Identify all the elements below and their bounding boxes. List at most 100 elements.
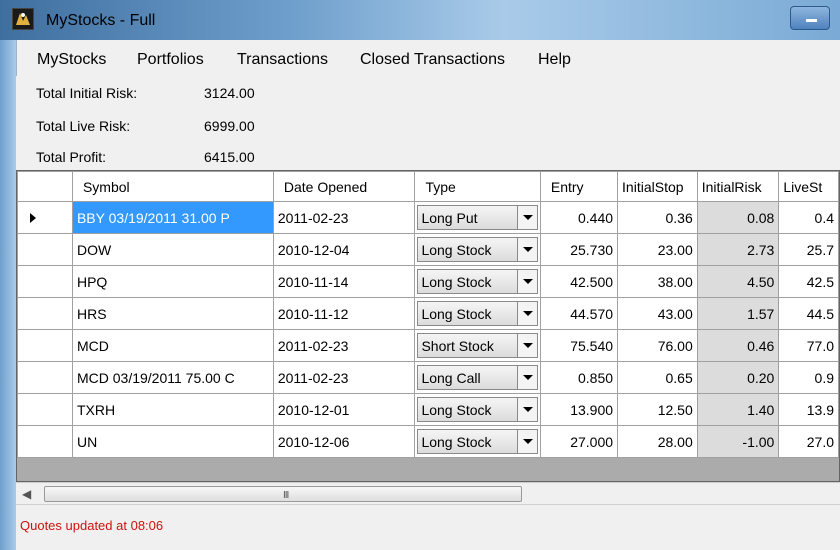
cell-type[interactable]: Long Call bbox=[414, 361, 541, 394]
cell-initial-stop[interactable]: 38.00 bbox=[617, 265, 698, 298]
cell-entry[interactable]: 75.540 bbox=[539, 329, 619, 362]
cell-live-stop[interactable]: 77.0 bbox=[778, 329, 839, 362]
cell-date-opened[interactable]: 2010-12-01 bbox=[272, 393, 416, 426]
cell-type[interactable]: Long Stock bbox=[414, 425, 541, 458]
cell-type[interactable]: Short Stock bbox=[414, 329, 541, 362]
cell-symbol[interactable]: TXRH bbox=[71, 393, 274, 426]
cell-type[interactable]: Long Stock bbox=[414, 393, 541, 426]
cell-date-opened[interactable]: 2010-12-06 bbox=[272, 425, 416, 458]
cell-symbol[interactable]: UN bbox=[71, 425, 274, 458]
cell-symbol[interactable]: MCD bbox=[71, 329, 274, 362]
chevron-down-icon[interactable] bbox=[516, 430, 537, 453]
chevron-down-icon[interactable] bbox=[516, 366, 537, 389]
cell-symbol[interactable]: MCD 03/19/2011 75.00 C bbox=[71, 361, 274, 394]
type-combobox[interactable]: Short Stock bbox=[417, 333, 538, 358]
cell-initial-stop[interactable]: 12.50 bbox=[617, 393, 698, 426]
cell-entry[interactable]: 44.570 bbox=[539, 297, 619, 330]
cell-live-stop[interactable]: 27.0 bbox=[778, 425, 839, 458]
row-header[interactable] bbox=[17, 233, 73, 266]
table-row[interactable]: HRS 2010-11-12 Long Stock 44.570 43.00 1… bbox=[17, 297, 839, 330]
cell-initial-risk[interactable]: 2.73 bbox=[696, 233, 780, 266]
column-header-initial-risk[interactable]: InitialRisk bbox=[696, 171, 780, 202]
cell-initial-stop[interactable]: 76.00 bbox=[617, 329, 698, 362]
title-bar[interactable]: MyStocks - Full bbox=[0, 0, 840, 40]
menu-portfolios[interactable]: Portfolios bbox=[137, 51, 204, 69]
cell-live-stop[interactable]: 44.5 bbox=[778, 297, 839, 330]
type-combobox[interactable]: Long Put bbox=[417, 205, 538, 230]
minimize-button[interactable] bbox=[790, 6, 830, 30]
cell-symbol[interactable]: HRS bbox=[71, 297, 274, 330]
cell-initial-risk[interactable]: 4.50 bbox=[696, 265, 780, 298]
app-logo-icon[interactable] bbox=[12, 8, 34, 30]
column-header-type[interactable]: Type bbox=[414, 171, 541, 202]
cell-entry[interactable]: 0.440 bbox=[539, 201, 619, 234]
row-header[interactable] bbox=[17, 329, 73, 362]
cell-type[interactable]: Long Stock bbox=[414, 297, 541, 330]
type-combobox[interactable]: Long Stock bbox=[417, 269, 538, 294]
column-header-initial-stop[interactable]: InitialStop bbox=[617, 171, 698, 202]
cell-symbol[interactable]: BBY 03/19/2011 31.00 P bbox=[71, 201, 274, 234]
cell-entry[interactable]: 42.500 bbox=[539, 265, 619, 298]
cell-initial-risk[interactable]: 0.46 bbox=[696, 329, 780, 362]
horizontal-scrollbar[interactable]: ◀ III bbox=[16, 482, 840, 504]
table-row[interactable]: DOW 2010-12-04 Long Stock 25.730 23.00 2… bbox=[17, 233, 839, 266]
cell-initial-risk[interactable]: -1.00 bbox=[696, 425, 780, 458]
cell-live-stop[interactable]: 13.9 bbox=[778, 393, 839, 426]
cell-live-stop[interactable]: 25.7 bbox=[778, 233, 839, 266]
row-header[interactable] bbox=[17, 297, 73, 330]
type-combobox[interactable]: Long Stock bbox=[417, 397, 538, 422]
cell-symbol[interactable]: DOW bbox=[71, 233, 274, 266]
type-combobox[interactable]: Long Stock bbox=[417, 301, 538, 326]
cell-date-opened[interactable]: 2011-02-23 bbox=[272, 201, 416, 234]
cell-entry[interactable]: 0.850 bbox=[539, 361, 619, 394]
cell-live-stop[interactable]: 0.9 bbox=[778, 361, 839, 394]
transactions-grid[interactable]: Symbol Date Opened Type Entry InitialSto… bbox=[16, 170, 840, 482]
cell-initial-risk[interactable]: 1.40 bbox=[696, 393, 780, 426]
row-header[interactable] bbox=[17, 265, 73, 298]
menu-closed-transactions[interactable]: Closed Transactions bbox=[360, 51, 505, 69]
type-combobox[interactable]: Long Stock bbox=[417, 237, 538, 262]
row-header[interactable] bbox=[17, 393, 73, 426]
column-header-symbol[interactable]: Symbol bbox=[71, 171, 274, 202]
chevron-down-icon[interactable] bbox=[516, 206, 537, 229]
column-header-entry[interactable]: Entry bbox=[539, 171, 619, 202]
cell-initial-stop[interactable]: 28.00 bbox=[617, 425, 698, 458]
cell-type[interactable]: Long Put bbox=[414, 201, 541, 234]
table-row[interactable]: UN 2010-12-06 Long Stock 27.000 28.00 -1… bbox=[17, 425, 839, 458]
chevron-down-icon[interactable] bbox=[516, 398, 537, 421]
row-header[interactable] bbox=[17, 361, 73, 394]
chevron-down-icon[interactable] bbox=[516, 334, 537, 357]
menu-help[interactable]: Help bbox=[538, 51, 571, 69]
cell-initial-stop[interactable]: 43.00 bbox=[617, 297, 698, 330]
table-row[interactable]: BBY 03/19/2011 31.00 P 2011-02-23 Long P… bbox=[17, 201, 839, 234]
chevron-down-icon[interactable] bbox=[516, 302, 537, 325]
cell-date-opened[interactable]: 2010-11-12 bbox=[272, 297, 416, 330]
cell-entry[interactable]: 25.730 bbox=[539, 233, 619, 266]
cell-initial-risk[interactable]: 0.20 bbox=[696, 361, 780, 394]
cell-type[interactable]: Long Stock bbox=[414, 265, 541, 298]
cell-type[interactable]: Long Stock bbox=[414, 233, 541, 266]
table-row[interactable]: MCD 2011-02-23 Short Stock 75.540 76.00 … bbox=[17, 329, 839, 362]
cell-date-opened[interactable]: 2011-02-23 bbox=[272, 361, 416, 394]
cell-initial-risk[interactable]: 1.57 bbox=[696, 297, 780, 330]
chevron-down-icon[interactable] bbox=[516, 270, 537, 293]
column-header-date-opened[interactable]: Date Opened bbox=[272, 171, 416, 202]
table-row[interactable]: TXRH 2010-12-01 Long Stock 13.900 12.50 … bbox=[17, 393, 839, 426]
row-header[interactable] bbox=[17, 425, 73, 458]
menu-mystocks[interactable]: MyStocks bbox=[37, 51, 106, 69]
cell-symbol[interactable]: HPQ bbox=[71, 265, 274, 298]
type-combobox[interactable]: Long Call bbox=[417, 365, 538, 390]
table-row[interactable]: HPQ 2010-11-14 Long Stock 42.500 38.00 4… bbox=[17, 265, 839, 298]
cell-initial-stop[interactable]: 0.36 bbox=[617, 201, 698, 234]
row-header[interactable] bbox=[17, 201, 73, 234]
scrollbar-thumb[interactable]: III bbox=[44, 486, 522, 502]
cell-initial-stop[interactable]: 23.00 bbox=[617, 233, 698, 266]
scroll-left-arrow-icon[interactable]: ◀ bbox=[22, 487, 34, 501]
cell-live-stop[interactable]: 42.5 bbox=[778, 265, 839, 298]
cell-initial-stop[interactable]: 0.65 bbox=[617, 361, 698, 394]
cell-date-opened[interactable]: 2010-12-04 bbox=[272, 233, 416, 266]
chevron-down-icon[interactable] bbox=[516, 238, 537, 261]
table-row[interactable]: MCD 03/19/2011 75.00 C 2011-02-23 Long C… bbox=[17, 361, 839, 394]
menu-transactions[interactable]: Transactions bbox=[237, 51, 328, 69]
cell-entry[interactable]: 13.900 bbox=[539, 393, 619, 426]
